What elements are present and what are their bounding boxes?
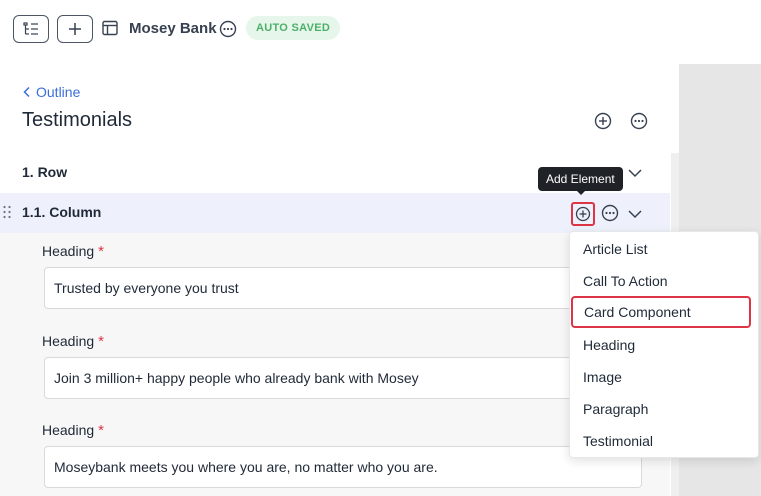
plus-icon	[68, 22, 82, 36]
add-element-tooltip: Add Element	[538, 167, 623, 191]
menu-item-card-component[interactable]: Card Component	[571, 296, 751, 328]
menu-item-call-to-action[interactable]: Call To Action	[570, 265, 758, 297]
menu-item-paragraph[interactable]: Paragraph	[570, 393, 758, 425]
required-asterisk: *	[98, 422, 104, 439]
menu-item-image[interactable]: Image	[570, 361, 758, 393]
field-label: Heading *	[42, 243, 104, 260]
tooltip-arrow	[576, 190, 586, 195]
more-icon[interactable]	[219, 20, 237, 38]
column-label: 1.1. Column	[22, 204, 102, 220]
drag-handle-icon[interactable]	[2, 204, 12, 220]
back-to-outline-link[interactable]: Outline	[22, 84, 80, 100]
required-asterisk: *	[98, 243, 104, 260]
outline-toggle-button[interactable]	[13, 15, 49, 43]
back-link-label: Outline	[36, 84, 81, 100]
field-label-text: Heading	[42, 422, 95, 438]
field-label-text: Heading	[42, 243, 95, 259]
add-element-button[interactable]	[571, 202, 595, 226]
field-label-text: Heading	[42, 333, 95, 349]
field-label: Heading *	[42, 333, 104, 350]
top-toolbar: Mosey Bank AUTO SAVED	[0, 0, 761, 56]
add-button[interactable]	[57, 15, 93, 43]
more-icon[interactable]	[630, 112, 648, 130]
add-element-menu: Article List Call To Action Card Compone…	[569, 231, 759, 458]
heading-input[interactable]: Trusted by everyone you trust	[44, 267, 642, 309]
app-title: Mosey Bank	[129, 20, 217, 37]
add-circle-icon[interactable]	[594, 112, 612, 130]
layout-icon	[102, 20, 118, 36]
chevron-left-icon	[22, 86, 32, 98]
chevron-down-icon[interactable]	[627, 165, 643, 181]
required-asterisk: *	[98, 333, 104, 350]
chevron-down-icon[interactable]	[627, 206, 643, 222]
outline-icon	[23, 22, 39, 36]
menu-item-article-list[interactable]: Article List	[570, 233, 758, 265]
field-label: Heading *	[42, 422, 104, 439]
heading-input[interactable]: Join 3 million+ happy people who already…	[44, 357, 642, 399]
heading-input[interactable]: Moseybank meets you where you are, no ma…	[44, 446, 642, 488]
status-badge: AUTO SAVED	[246, 16, 341, 40]
page-title: Testimonials	[22, 109, 133, 131]
add-circle-icon	[575, 206, 591, 222]
row-label[interactable]: 1. Row	[22, 164, 67, 180]
more-icon[interactable]	[601, 204, 619, 222]
menu-item-heading[interactable]: Heading	[570, 329, 758, 361]
menu-item-testimonial[interactable]: Testimonial	[570, 425, 758, 457]
